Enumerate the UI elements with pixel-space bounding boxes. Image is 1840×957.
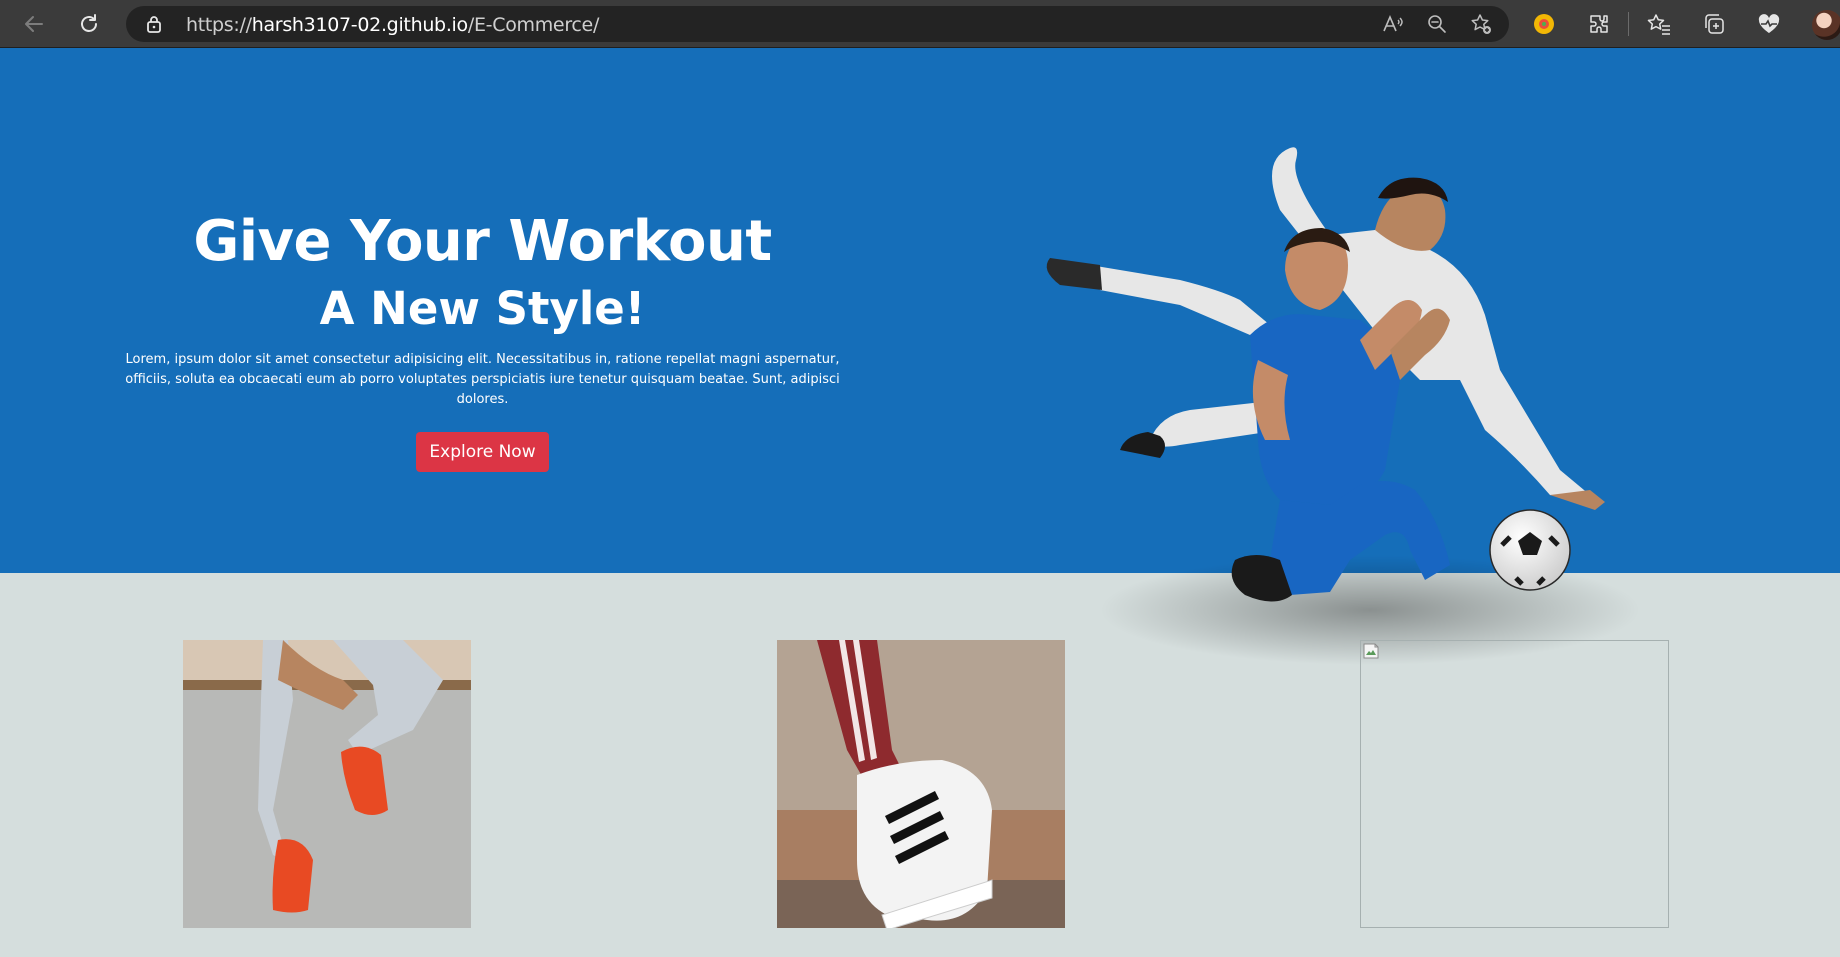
red-sneakers-photo — [183, 640, 471, 928]
hero-subtitle: A New Style! — [319, 282, 646, 335]
address-bar[interactable]: https://harsh3107-02.github.io/E-Commerc… — [126, 6, 1509, 42]
color-extension-icon[interactable] — [1531, 11, 1557, 37]
url-scheme: https:// — [186, 14, 252, 36]
favorites-icon[interactable] — [1646, 11, 1672, 37]
product-image-red-sneakers[interactable] — [183, 640, 471, 928]
back-arrow-icon[interactable] — [19, 9, 49, 39]
profile-avatar[interactable] — [1812, 10, 1840, 40]
hero-text: Give Your Workout A New Style! Lorem, ip… — [100, 206, 865, 472]
lock-icon[interactable] — [146, 15, 162, 37]
url-host: harsh3107-02.github.io — [251, 14, 468, 36]
product-image-striped-sneaker[interactable] — [777, 640, 1065, 928]
url-path: /E-Commerce/ — [467, 14, 600, 36]
footballers-illustration — [1046, 147, 1640, 665]
url-text[interactable]: https://harsh3107-02.github.io/E-Commerc… — [186, 14, 599, 36]
zoom-out-icon[interactable] — [1425, 12, 1449, 36]
read-aloud-icon[interactable] — [1381, 12, 1405, 36]
broken-image-icon — [1363, 643, 1379, 659]
collections-icon[interactable] — [1701, 11, 1727, 37]
explore-now-button[interactable]: Explore Now — [416, 432, 549, 472]
add-favorite-icon[interactable] — [1469, 12, 1493, 36]
browser-toolbar: https://harsh3107-02.github.io/E-Commerc… — [0, 0, 1840, 48]
product-image-broken[interactable] — [1360, 640, 1669, 928]
refresh-icon[interactable] — [74, 9, 104, 39]
extensions-icon[interactable] — [1586, 11, 1612, 37]
toolbar-separator — [1628, 12, 1629, 36]
health-heart-icon[interactable] — [1756, 11, 1782, 37]
hero-description: Lorem, ipsum dolor sit amet consectetur … — [125, 352, 840, 407]
striped-sneaker-photo — [777, 640, 1065, 928]
hero-title: Give Your Workout — [193, 209, 772, 274]
